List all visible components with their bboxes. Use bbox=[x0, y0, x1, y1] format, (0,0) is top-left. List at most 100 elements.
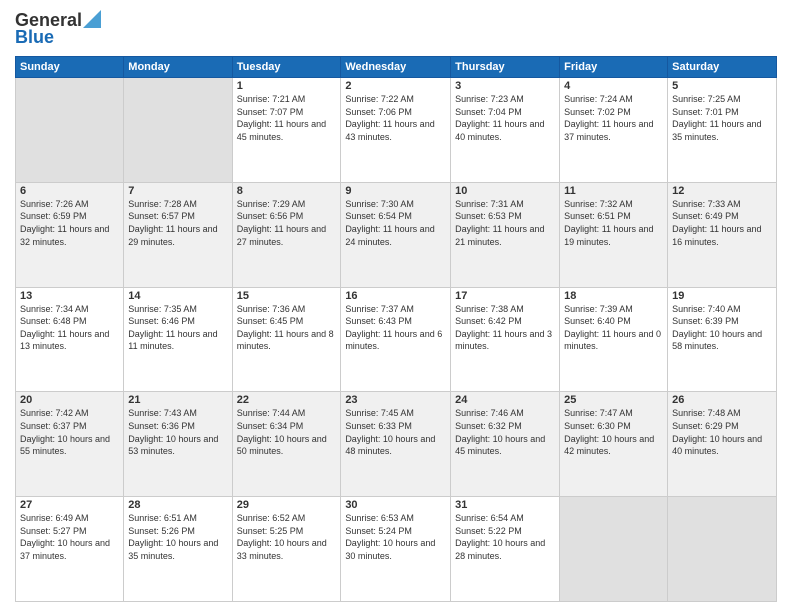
day-number: 17 bbox=[455, 290, 555, 302]
calendar-header-wednesday: Wednesday bbox=[341, 57, 451, 78]
calendar-cell: 10Sunrise: 7:31 AM Sunset: 6:53 PM Dayli… bbox=[451, 182, 560, 287]
calendar-header-row: SundayMondayTuesdayWednesdayThursdayFrid… bbox=[16, 57, 777, 78]
calendar-cell: 27Sunrise: 6:49 AM Sunset: 5:27 PM Dayli… bbox=[16, 497, 124, 602]
day-number: 16 bbox=[345, 290, 446, 302]
day-number: 29 bbox=[237, 499, 337, 511]
page: General Blue SundayMondayTuesdayWednesda… bbox=[0, 0, 792, 612]
day-number: 13 bbox=[20, 290, 119, 302]
calendar-week-row: 13Sunrise: 7:34 AM Sunset: 6:48 PM Dayli… bbox=[16, 287, 777, 392]
calendar-header-tuesday: Tuesday bbox=[232, 57, 341, 78]
calendar-cell: 3Sunrise: 7:23 AM Sunset: 7:04 PM Daylig… bbox=[451, 78, 560, 183]
calendar-cell: 22Sunrise: 7:44 AM Sunset: 6:34 PM Dayli… bbox=[232, 392, 341, 497]
day-info: Sunrise: 7:40 AM Sunset: 6:39 PM Dayligh… bbox=[672, 303, 772, 353]
day-info: Sunrise: 6:52 AM Sunset: 5:25 PM Dayligh… bbox=[237, 512, 337, 562]
calendar-week-row: 6Sunrise: 7:26 AM Sunset: 6:59 PM Daylig… bbox=[16, 182, 777, 287]
day-number: 10 bbox=[455, 185, 555, 197]
calendar-cell: 30Sunrise: 6:53 AM Sunset: 5:24 PM Dayli… bbox=[341, 497, 451, 602]
day-info: Sunrise: 7:42 AM Sunset: 6:37 PM Dayligh… bbox=[20, 407, 119, 457]
calendar-cell: 25Sunrise: 7:47 AM Sunset: 6:30 PM Dayli… bbox=[560, 392, 668, 497]
day-info: Sunrise: 7:33 AM Sunset: 6:49 PM Dayligh… bbox=[672, 198, 772, 248]
calendar-cell: 12Sunrise: 7:33 AM Sunset: 6:49 PM Dayli… bbox=[668, 182, 777, 287]
day-info: Sunrise: 7:26 AM Sunset: 6:59 PM Dayligh… bbox=[20, 198, 119, 248]
day-info: Sunrise: 7:29 AM Sunset: 6:56 PM Dayligh… bbox=[237, 198, 337, 248]
calendar-cell: 13Sunrise: 7:34 AM Sunset: 6:48 PM Dayli… bbox=[16, 287, 124, 392]
calendar-cell: 28Sunrise: 6:51 AM Sunset: 5:26 PM Dayli… bbox=[124, 497, 232, 602]
calendar-cell: 17Sunrise: 7:38 AM Sunset: 6:42 PM Dayli… bbox=[451, 287, 560, 392]
day-info: Sunrise: 7:45 AM Sunset: 6:33 PM Dayligh… bbox=[345, 407, 446, 457]
day-info: Sunrise: 7:44 AM Sunset: 6:34 PM Dayligh… bbox=[237, 407, 337, 457]
calendar-cell: 21Sunrise: 7:43 AM Sunset: 6:36 PM Dayli… bbox=[124, 392, 232, 497]
day-number: 14 bbox=[128, 290, 227, 302]
day-number: 7 bbox=[128, 185, 227, 197]
day-number: 26 bbox=[672, 394, 772, 406]
logo-blue: Blue bbox=[15, 27, 54, 48]
calendar-header-saturday: Saturday bbox=[668, 57, 777, 78]
day-info: Sunrise: 7:25 AM Sunset: 7:01 PM Dayligh… bbox=[672, 93, 772, 143]
calendar-cell: 16Sunrise: 7:37 AM Sunset: 6:43 PM Dayli… bbox=[341, 287, 451, 392]
calendar-cell bbox=[16, 78, 124, 183]
day-info: Sunrise: 7:37 AM Sunset: 6:43 PM Dayligh… bbox=[345, 303, 446, 353]
calendar-cell bbox=[560, 497, 668, 602]
calendar-week-row: 20Sunrise: 7:42 AM Sunset: 6:37 PM Dayli… bbox=[16, 392, 777, 497]
calendar-cell bbox=[668, 497, 777, 602]
day-info: Sunrise: 6:51 AM Sunset: 5:26 PM Dayligh… bbox=[128, 512, 227, 562]
day-number: 9 bbox=[345, 185, 446, 197]
calendar-cell: 8Sunrise: 7:29 AM Sunset: 6:56 PM Daylig… bbox=[232, 182, 341, 287]
day-info: Sunrise: 7:21 AM Sunset: 7:07 PM Dayligh… bbox=[237, 93, 337, 143]
day-info: Sunrise: 7:34 AM Sunset: 6:48 PM Dayligh… bbox=[20, 303, 119, 353]
calendar-header-friday: Friday bbox=[560, 57, 668, 78]
calendar-cell: 29Sunrise: 6:52 AM Sunset: 5:25 PM Dayli… bbox=[232, 497, 341, 602]
calendar-cell: 15Sunrise: 7:36 AM Sunset: 6:45 PM Dayli… bbox=[232, 287, 341, 392]
logo-triangle-icon bbox=[83, 10, 101, 28]
day-number: 24 bbox=[455, 394, 555, 406]
day-number: 20 bbox=[20, 394, 119, 406]
calendar-table: SundayMondayTuesdayWednesdayThursdayFrid… bbox=[15, 56, 777, 602]
calendar-cell: 5Sunrise: 7:25 AM Sunset: 7:01 PM Daylig… bbox=[668, 78, 777, 183]
day-info: Sunrise: 6:54 AM Sunset: 5:22 PM Dayligh… bbox=[455, 512, 555, 562]
calendar-cell: 11Sunrise: 7:32 AM Sunset: 6:51 PM Dayli… bbox=[560, 182, 668, 287]
calendar-cell: 14Sunrise: 7:35 AM Sunset: 6:46 PM Dayli… bbox=[124, 287, 232, 392]
day-number: 4 bbox=[564, 80, 663, 92]
calendar-header-monday: Monday bbox=[124, 57, 232, 78]
calendar-cell: 18Sunrise: 7:39 AM Sunset: 6:40 PM Dayli… bbox=[560, 287, 668, 392]
calendar-cell: 20Sunrise: 7:42 AM Sunset: 6:37 PM Dayli… bbox=[16, 392, 124, 497]
calendar-cell: 2Sunrise: 7:22 AM Sunset: 7:06 PM Daylig… bbox=[341, 78, 451, 183]
calendar-header-sunday: Sunday bbox=[16, 57, 124, 78]
calendar-cell: 23Sunrise: 7:45 AM Sunset: 6:33 PM Dayli… bbox=[341, 392, 451, 497]
calendar-week-row: 1Sunrise: 7:21 AM Sunset: 7:07 PM Daylig… bbox=[16, 78, 777, 183]
calendar-cell: 19Sunrise: 7:40 AM Sunset: 6:39 PM Dayli… bbox=[668, 287, 777, 392]
calendar-cell: 4Sunrise: 7:24 AM Sunset: 7:02 PM Daylig… bbox=[560, 78, 668, 183]
day-number: 28 bbox=[128, 499, 227, 511]
calendar-cell: 24Sunrise: 7:46 AM Sunset: 6:32 PM Dayli… bbox=[451, 392, 560, 497]
logo: General Blue bbox=[15, 10, 101, 48]
day-number: 30 bbox=[345, 499, 446, 511]
calendar-cell: 9Sunrise: 7:30 AM Sunset: 6:54 PM Daylig… bbox=[341, 182, 451, 287]
day-number: 12 bbox=[672, 185, 772, 197]
day-number: 23 bbox=[345, 394, 446, 406]
day-number: 27 bbox=[20, 499, 119, 511]
day-number: 5 bbox=[672, 80, 772, 92]
day-info: Sunrise: 7:28 AM Sunset: 6:57 PM Dayligh… bbox=[128, 198, 227, 248]
day-info: Sunrise: 7:32 AM Sunset: 6:51 PM Dayligh… bbox=[564, 198, 663, 248]
day-info: Sunrise: 7:22 AM Sunset: 7:06 PM Dayligh… bbox=[345, 93, 446, 143]
day-number: 22 bbox=[237, 394, 337, 406]
day-info: Sunrise: 7:30 AM Sunset: 6:54 PM Dayligh… bbox=[345, 198, 446, 248]
day-info: Sunrise: 6:53 AM Sunset: 5:24 PM Dayligh… bbox=[345, 512, 446, 562]
day-info: Sunrise: 7:47 AM Sunset: 6:30 PM Dayligh… bbox=[564, 407, 663, 457]
day-info: Sunrise: 7:24 AM Sunset: 7:02 PM Dayligh… bbox=[564, 93, 663, 143]
calendar-cell: 26Sunrise: 7:48 AM Sunset: 6:29 PM Dayli… bbox=[668, 392, 777, 497]
day-info: Sunrise: 7:36 AM Sunset: 6:45 PM Dayligh… bbox=[237, 303, 337, 353]
day-info: Sunrise: 6:49 AM Sunset: 5:27 PM Dayligh… bbox=[20, 512, 119, 562]
day-info: Sunrise: 7:31 AM Sunset: 6:53 PM Dayligh… bbox=[455, 198, 555, 248]
calendar-cell: 7Sunrise: 7:28 AM Sunset: 6:57 PM Daylig… bbox=[124, 182, 232, 287]
calendar-cell: 1Sunrise: 7:21 AM Sunset: 7:07 PM Daylig… bbox=[232, 78, 341, 183]
day-number: 6 bbox=[20, 185, 119, 197]
day-info: Sunrise: 7:46 AM Sunset: 6:32 PM Dayligh… bbox=[455, 407, 555, 457]
day-number: 31 bbox=[455, 499, 555, 511]
day-number: 1 bbox=[237, 80, 337, 92]
calendar-cell: 31Sunrise: 6:54 AM Sunset: 5:22 PM Dayli… bbox=[451, 497, 560, 602]
day-number: 21 bbox=[128, 394, 227, 406]
day-info: Sunrise: 7:43 AM Sunset: 6:36 PM Dayligh… bbox=[128, 407, 227, 457]
day-number: 19 bbox=[672, 290, 772, 302]
day-info: Sunrise: 7:35 AM Sunset: 6:46 PM Dayligh… bbox=[128, 303, 227, 353]
